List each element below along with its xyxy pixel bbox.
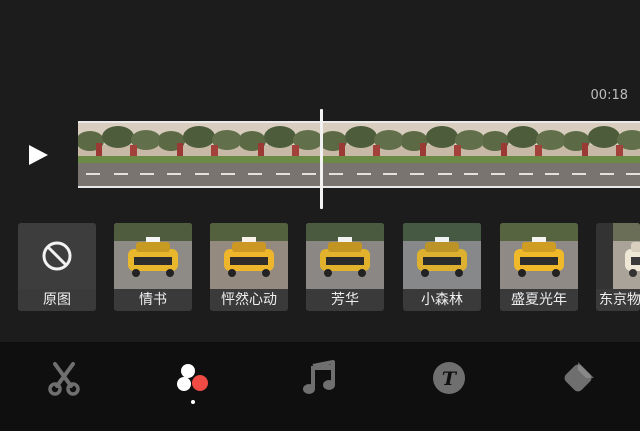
svg-text:T: T bbox=[442, 368, 458, 390]
filter-item[interactable]: 盛夏光年 bbox=[500, 223, 578, 311]
filter-item[interactable]: 芳华 bbox=[306, 223, 384, 311]
filter-item[interactable]: 情书 bbox=[114, 223, 192, 311]
timeline-duration: 00:18 bbox=[590, 88, 628, 103]
taxi-thumbnail bbox=[210, 223, 288, 289]
playhead[interactable] bbox=[320, 109, 323, 209]
taxi-thumbnail bbox=[306, 223, 384, 289]
filter-label: 怦然心动 bbox=[210, 289, 288, 311]
filter-icon[interactable] bbox=[175, 360, 211, 396]
filter-label: 芳华 bbox=[306, 289, 384, 311]
taxi-thumbnail bbox=[500, 223, 578, 289]
filter-label: 盛夏光年 bbox=[500, 289, 578, 311]
scissors-icon[interactable] bbox=[46, 360, 82, 396]
filter-label: 东京物 bbox=[596, 289, 640, 311]
bottom-toolbar: T bbox=[0, 342, 640, 431]
filter-item-original[interactable]: 原图 bbox=[18, 223, 96, 311]
filter-label: 情书 bbox=[114, 289, 192, 311]
filter-label: 原图 bbox=[18, 289, 96, 311]
active-tab-indicator bbox=[191, 400, 195, 404]
taxi-thumbnail bbox=[114, 223, 192, 289]
filter-list: 原图 情书 怦然心动 芳华 小森林 盛夏光年 东京物 bbox=[18, 223, 640, 313]
video-timeline-strip[interactable] bbox=[78, 121, 640, 188]
no-filter-icon bbox=[18, 223, 96, 289]
filter-item[interactable]: 怦然心动 bbox=[210, 223, 288, 311]
filter-label: 小森林 bbox=[403, 289, 481, 311]
filter-item[interactable]: 东京物 bbox=[596, 223, 640, 311]
text-icon[interactable]: T bbox=[431, 360, 467, 396]
filter-item[interactable]: 小森林 bbox=[403, 223, 481, 311]
sticker-icon[interactable] bbox=[560, 360, 596, 396]
taxi-thumbnail bbox=[613, 223, 640, 289]
play-icon[interactable] bbox=[26, 143, 50, 167]
taxi-thumbnail bbox=[403, 223, 481, 289]
music-icon[interactable] bbox=[302, 360, 338, 396]
